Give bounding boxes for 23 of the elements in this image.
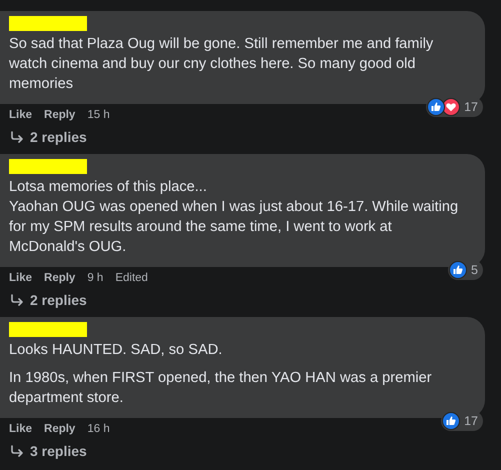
- comment-time[interactable]: 16 h: [87, 423, 110, 435]
- comment-time[interactable]: 9 h: [87, 272, 104, 284]
- comment-action-link[interactable]: Reply: [44, 272, 76, 284]
- view-replies-link[interactable]: 3 replies: [0, 435, 87, 459]
- comment-action-link[interactable]: Like: [9, 272, 32, 284]
- reply-arrow-icon: [10, 445, 24, 457]
- view-replies-link[interactable]: 2 replies: [0, 284, 87, 308]
- reply-arrow-icon: [10, 131, 24, 143]
- comment-text: Lotsa memories of this place... Yaohan OUG was opened when I was just about 16-17. While waiting for my SPM results around the same time, I went to work at McDonald's OUG.: [9, 178, 460, 257]
- comment-action-link[interactable]: Like: [9, 109, 32, 121]
- edited-label: Edited: [115, 272, 148, 284]
- comment-action-link[interactable]: Reply: [44, 109, 76, 121]
- comment-action-link[interactable]: Like: [9, 423, 32, 435]
- comment-time[interactable]: 15 h: [87, 109, 110, 121]
- reply-arrow-icon: [10, 294, 24, 306]
- comment-text: Looks HAUNTED. SAD, so SAD.: [9, 341, 224, 360]
- comment-text: In 1980s, when FIRST opened, the then YAO HAN was a premier department store.: [9, 369, 433, 408]
- comment-text: So sad that Plaza Oug will be gone. Still remember me and family watch cinema and buy our cny clothes here. So many good old memories: [9, 35, 434, 94]
- comment-action-link[interactable]: Reply: [44, 423, 76, 435]
- reaction-summary[interactable]: 17: [441, 411, 483, 431]
- reaction-summary[interactable]: 17: [426, 97, 483, 117]
- view-replies-link[interactable]: 2 replies: [0, 121, 87, 145]
- reaction-summary[interactable]: 5: [448, 260, 483, 280]
